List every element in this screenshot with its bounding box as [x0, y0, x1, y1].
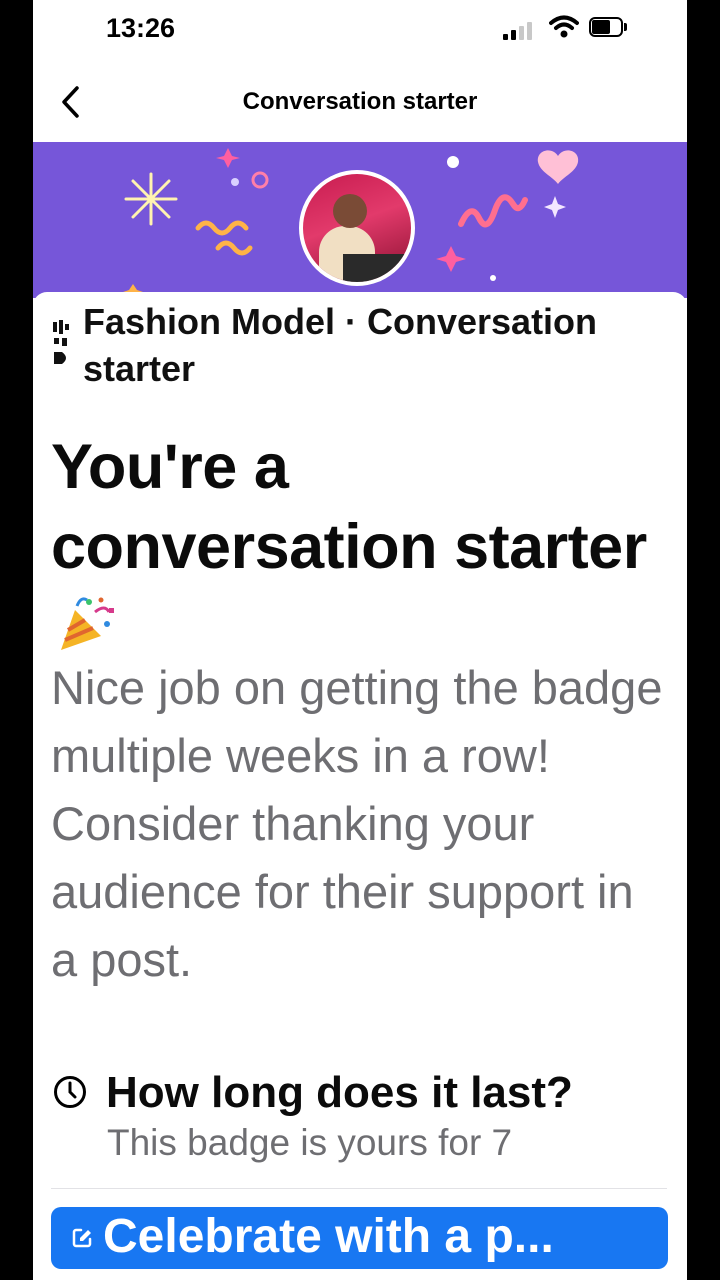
edit-icon	[72, 1228, 92, 1248]
channel-avatar	[299, 170, 415, 286]
status-bar: 13:26	[33, 0, 687, 60]
celebrate-post-button[interactable]: Celebrate with a p...	[51, 1207, 668, 1269]
celebrate-button-label: Celebrate with a p...	[103, 1210, 554, 1263]
nav-header: Conversation starter	[33, 60, 687, 142]
clock-icon	[54, 1076, 86, 1108]
divider	[51, 1188, 667, 1189]
badge-chip-icon	[53, 320, 69, 364]
party-popper-icon	[61, 597, 114, 650]
channel-badge-line: Fashion Model · Conversation starter	[83, 301, 598, 389]
duration-question: How long does it last?	[106, 1068, 573, 1117]
badge-headline: You're a conversation starter	[51, 427, 651, 667]
wifi-icon	[549, 15, 579, 38]
status-time: 13:26	[106, 13, 176, 43]
app-screen: 13:26 Conversation starter Fashion Model…	[33, 0, 687, 1280]
badge-banner	[33, 142, 687, 298]
badge-card: Fashion Model · Conversation starter You…	[33, 292, 687, 1280]
page-title: Conversation starter	[242, 88, 478, 115]
duration-answer: This badge is yours for 7	[107, 1122, 513, 1163]
badge-description: Nice job on getting the badge multiple w…	[51, 661, 663, 986]
battery-icon	[589, 17, 627, 39]
signal-icon	[503, 18, 537, 40]
